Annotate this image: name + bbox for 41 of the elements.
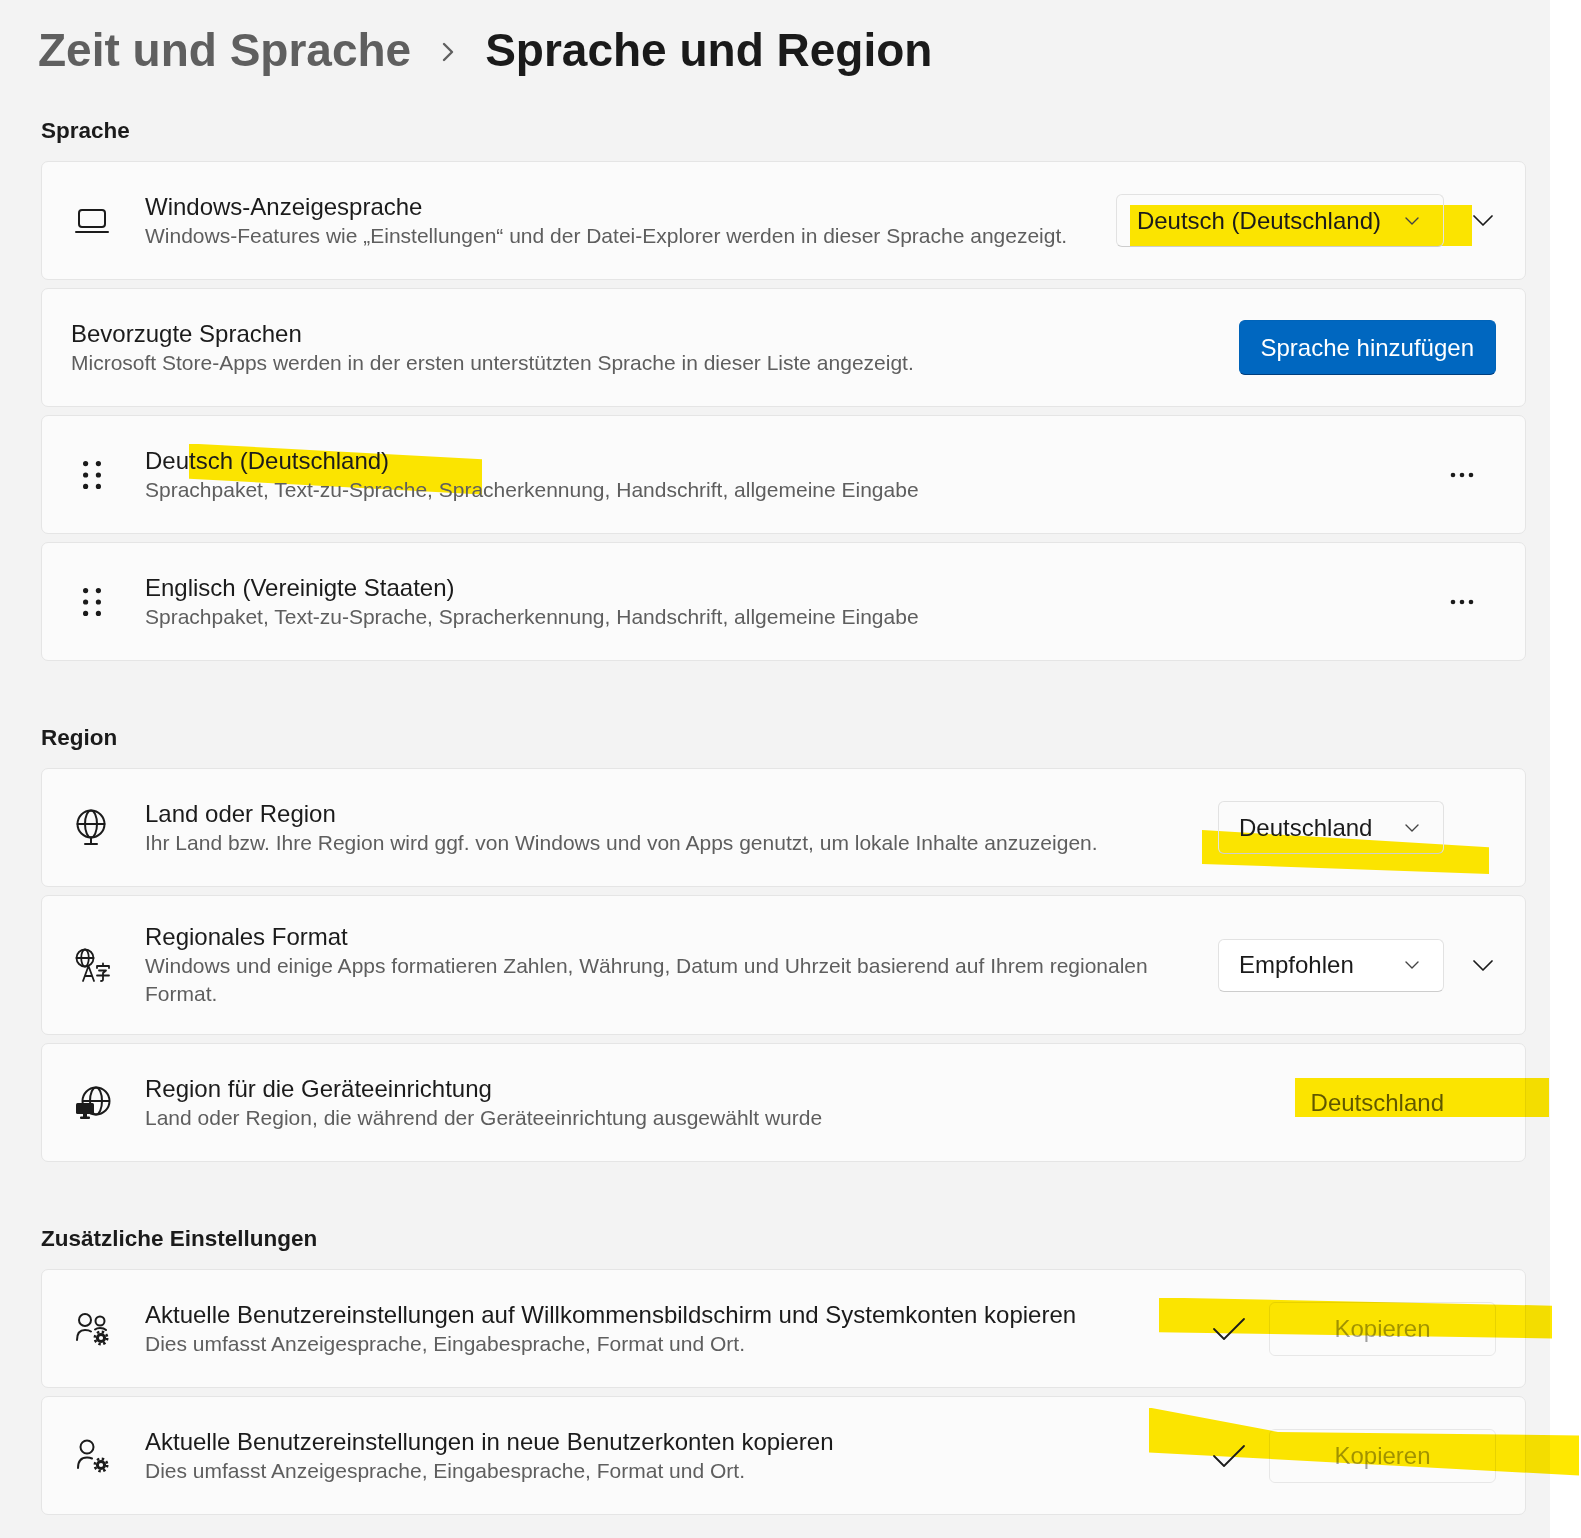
section-heading: Sprache [41, 117, 131, 145]
setting-description: Dies umfasst Anzeigesprache, Eingabesprache, Format und Ort. [145, 1457, 746, 1484]
chevron-down-icon [1405, 823, 1419, 832]
setting-value: Deutschland [1310, 1087, 1444, 1118]
dropdown[interactable]: Deutsch (Deutschland) [1115, 194, 1444, 247]
people-gear-icon [75, 1311, 111, 1346]
setting-description: Windows-Features wie „Einstellungen“ und der Datei-Explorer werden in dieser Sprache angezeigt. [145, 222, 1069, 249]
drag-handle-icon[interactable] [83, 460, 101, 489]
setting-title: Bevorzugte Sprachen [71, 318, 302, 349]
setting-description: Sprachpaket, Text-zu-Sprache, Spracherkennung, Handschrift, allgemeine Eingabe [145, 603, 920, 630]
setting-description: Dies umfasst Anzeigesprache, Eingabesprache, Format und Ort. [145, 1330, 746, 1357]
setting-description: Ihr Land bzw. Ihre Region wird ggf. von Windows und von Apps genutzt, um lokale Inhalte anzuzeigen. [145, 829, 1099, 856]
setting-title: Land oder Region [145, 798, 336, 829]
section-heading: Region [41, 724, 119, 752]
chevron-right-icon [442, 42, 455, 62]
more-icon[interactable] [1450, 598, 1474, 605]
chevron-down-icon [1405, 961, 1419, 969]
setting-title: Regionales Format [145, 922, 348, 952]
setting-description: Windows und einige Apps formatieren Zahlen, Währung, Datum und Uhrzeit basierend auf Ihrem regionalen Format. [145, 953, 1149, 1007]
person-gear-icon [75, 1438, 111, 1473]
drag-handle-icon[interactable] [83, 587, 101, 616]
chevron-down-icon[interactable] [1473, 959, 1493, 971]
setting-title: Englisch (Vereinigte Staaten) [145, 572, 455, 603]
setting-title: Region für die Geräteeinrichtung [145, 1073, 492, 1104]
globe-on-stand-icon [75, 809, 107, 846]
setting-description: Land oder Region, die während der Geräteeinrichtung ausgewählt wurde [145, 1104, 824, 1131]
breadcrumb-link[interactable]: Zeit und Sprache [38, 23, 412, 77]
setting-title: Aktuelle Benutzereinstellungen in neue Benutzerkonten kopieren [145, 1426, 834, 1457]
setting-title: Aktuelle Benutzereinstellungen auf Willkommensbildschirm und Systemkonten kopieren [145, 1299, 1077, 1330]
setting-title: Windows-Anzeigesprache [145, 191, 423, 222]
setting-description: Microsoft Store-Apps werden in der ersten unterstützten Sprache in dieser Liste angezeigt. [71, 349, 915, 376]
chevron-down-icon[interactable] [1473, 215, 1493, 226]
globe-letters-icon [75, 948, 111, 982]
dropdown[interactable]: Deutschland [1218, 801, 1444, 854]
globe-monitor-icon [75, 1085, 111, 1120]
page-title: Sprache und Region [485, 23, 933, 77]
section-heading: Zusätzliche Einstellungen [41, 1225, 319, 1253]
dropdown[interactable]: Empfohlen [1218, 938, 1444, 992]
laptop-icon [75, 207, 109, 234]
add-language-button[interactable]: Sprache hinzufügen [1238, 320, 1496, 375]
more-icon[interactable] [1450, 471, 1474, 478]
